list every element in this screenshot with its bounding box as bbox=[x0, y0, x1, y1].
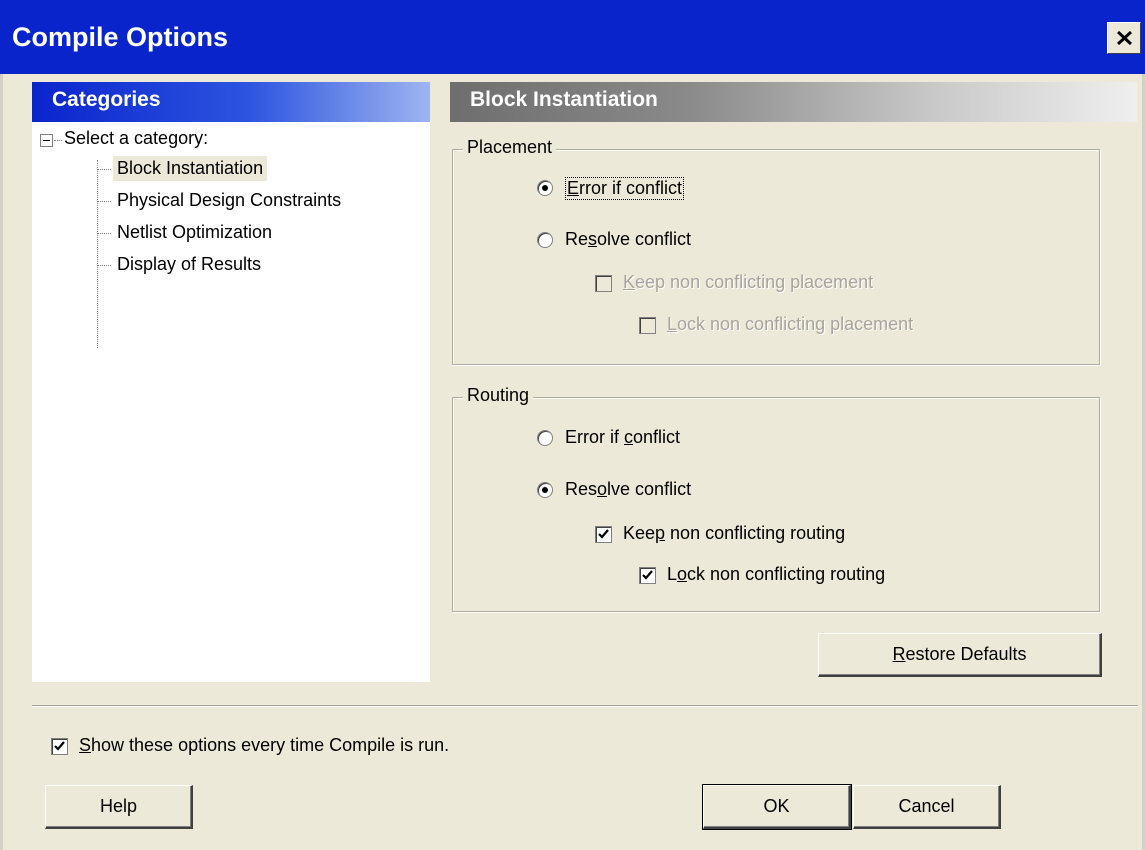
tree-vertical-connector bbox=[97, 160, 98, 348]
categories-header: Categories bbox=[32, 82, 430, 122]
radio-button[interactable] bbox=[537, 430, 553, 446]
checkmark-icon bbox=[642, 570, 653, 580]
checkbox[interactable] bbox=[595, 275, 612, 292]
tree-item-label: Block Instantiation bbox=[113, 156, 268, 181]
tree-item-label: Netlist Optimization bbox=[117, 222, 273, 242]
tree-connector bbox=[54, 140, 62, 141]
placement-group-title: Placement bbox=[463, 137, 557, 158]
radio-button[interactable] bbox=[537, 482, 553, 498]
routing-group-title: Routing bbox=[463, 385, 534, 406]
title-bar: Compile Options bbox=[0, 0, 1145, 74]
tree-item-label: Physical Design Constraints bbox=[117, 190, 342, 210]
close-button[interactable] bbox=[1107, 22, 1141, 54]
option-label: Lock non conflicting routing bbox=[667, 564, 886, 584]
tree-connector bbox=[97, 265, 111, 266]
checkbox[interactable] bbox=[639, 567, 656, 584]
cancel-button[interactable]: Cancel bbox=[853, 785, 1001, 829]
option-label: Resolve conflict bbox=[565, 229, 692, 249]
checkbox[interactable] bbox=[51, 738, 68, 755]
option-label: Error if conflict bbox=[565, 427, 681, 447]
separator bbox=[32, 705, 1138, 707]
placement-group: Placement Error if conflict Resolve conf… bbox=[452, 137, 1100, 365]
option-label: Keep non conflicting placement bbox=[623, 272, 874, 292]
window-frame-left bbox=[0, 74, 3, 850]
checkbox[interactable] bbox=[595, 526, 612, 543]
option-label: Lock non conflicting placement bbox=[667, 314, 914, 334]
ok-button[interactable]: OK bbox=[702, 784, 852, 830]
option-label: Keep non conflicting routing bbox=[623, 523, 846, 543]
option-label: Error if conflict bbox=[565, 177, 685, 200]
tree-connector bbox=[97, 233, 111, 234]
panel-header: Block Instantiation bbox=[450, 82, 1137, 122]
checkmark-icon bbox=[598, 529, 609, 539]
button-label: Restore Defaults bbox=[892, 644, 1027, 664]
categories-header-label: Categories bbox=[52, 88, 161, 111]
restore-defaults-button[interactable]: Restore Defaults bbox=[818, 633, 1102, 677]
close-icon bbox=[1117, 31, 1132, 45]
option-label: Resolve conflict bbox=[565, 479, 692, 499]
tree-item-label: Display of Results bbox=[117, 254, 262, 274]
tree-root-label: Select a category: bbox=[64, 128, 209, 148]
tree-connector bbox=[97, 169, 111, 170]
radio-button[interactable] bbox=[537, 180, 553, 196]
checkbox[interactable] bbox=[639, 317, 656, 334]
collapse-icon[interactable] bbox=[40, 134, 53, 147]
option-label: Show these options every time Compile is… bbox=[79, 735, 450, 755]
tree-connector bbox=[97, 201, 111, 202]
checkmark-icon bbox=[54, 741, 65, 751]
categories-panel: Categories Select a category: Block Inst… bbox=[32, 82, 430, 682]
window-title: Compile Options bbox=[12, 22, 228, 52]
routing-group: Routing Error if conflict Resolve confli… bbox=[452, 385, 1100, 612]
radio-button[interactable] bbox=[537, 232, 553, 248]
help-button[interactable]: Help bbox=[45, 785, 193, 829]
panel-header-label: Block Instantiation bbox=[470, 88, 658, 111]
